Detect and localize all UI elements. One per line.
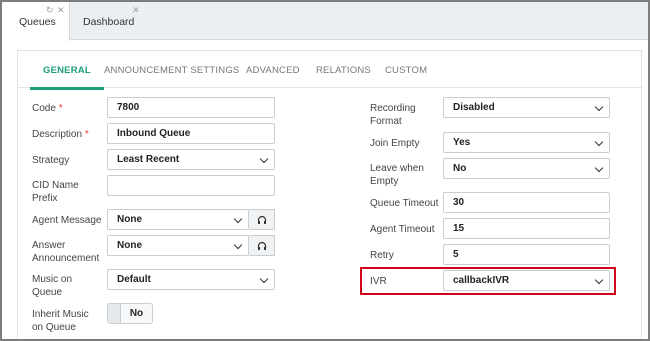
- close-icon[interactable]: ✕: [57, 5, 65, 16]
- music-on-queue-label: Music on Queue: [32, 274, 73, 298]
- top-tab-strip: Queues ↻ ✕ Dashboard ✕: [2, 2, 648, 41]
- tab-custom[interactable]: CUSTOM: [385, 65, 427, 76]
- retry-input[interactable]: 5: [443, 244, 610, 265]
- ivr-select[interactable]: callbackIVR: [443, 270, 610, 291]
- join-empty-label: Join Empty: [370, 138, 420, 149]
- agent-message-label: Agent Message: [32, 215, 102, 226]
- join-empty-select[interactable]: Yes: [443, 132, 610, 153]
- inherit-music-toggle[interactable]: No: [107, 303, 153, 324]
- agent-timeout-label: Agent Timeout: [370, 224, 435, 235]
- refresh-icon[interactable]: ↻: [46, 5, 54, 16]
- code-label: Code *: [32, 103, 63, 114]
- tab-advanced[interactable]: ADVANCED: [246, 65, 300, 76]
- app-window: Queues ↻ ✕ Dashboard ✕ GENERAL ANNOUNCEM…: [0, 0, 650, 341]
- recording-format-select[interactable]: Disabled: [443, 97, 610, 118]
- inherit-music-value: No: [129, 308, 144, 319]
- leave-when-empty-select[interactable]: No: [443, 158, 610, 179]
- cid-name-prefix-input[interactable]: [107, 175, 275, 196]
- cid-name-prefix-label: CID Name Prefix: [32, 180, 79, 204]
- agent-message-play-button[interactable]: [249, 209, 275, 230]
- headphones-icon: [257, 241, 266, 250]
- tab-dashboard-label: Dashboard: [83, 16, 135, 28]
- ivr-label: IVR: [370, 276, 387, 287]
- headphones-icon: [257, 215, 266, 224]
- tab-dashboard[interactable]: Dashboard ✕: [70, 2, 146, 40]
- retry-label: Retry: [370, 250, 394, 261]
- tab-queues[interactable]: Queues ↻ ✕: [2, 2, 70, 41]
- toggle-knob: [108, 304, 121, 323]
- code-input[interactable]: 7800: [107, 97, 275, 118]
- queue-timeout-label: Queue Timeout: [370, 198, 439, 209]
- agent-timeout-input[interactable]: 15: [443, 218, 610, 239]
- tab-general[interactable]: GENERAL: [30, 65, 104, 90]
- queue-timeout-input[interactable]: 30: [443, 192, 610, 213]
- close-icon[interactable]: ✕: [132, 5, 140, 16]
- description-input[interactable]: Inbound Queue: [107, 123, 275, 144]
- tab-announcement-settings[interactable]: ANNOUNCEMENT SETTINGS: [104, 65, 239, 76]
- strategy-select[interactable]: Least Recent: [107, 149, 275, 170]
- inherit-music-label: Inherit Music on Queue: [32, 309, 89, 333]
- tab-relations[interactable]: RELATIONS: [316, 65, 371, 76]
- description-label: Description *: [32, 129, 89, 140]
- music-on-queue-select[interactable]: Default: [107, 269, 275, 290]
- answer-announcement-select[interactable]: None: [107, 235, 249, 256]
- tab-queues-label: Queues: [19, 16, 56, 28]
- recording-format-label: Recording Format: [370, 103, 416, 127]
- agent-message-select[interactable]: None: [107, 209, 249, 230]
- strategy-label: Strategy: [32, 155, 70, 166]
- leave-when-empty-label: Leave when Empty: [370, 163, 424, 187]
- answer-announcement-play-button[interactable]: [249, 235, 275, 256]
- form-tabs: GENERAL ANNOUNCEMENT SETTINGS ADVANCED R…: [18, 51, 643, 90]
- answer-announcement-label: Answer Announcement: [32, 240, 100, 264]
